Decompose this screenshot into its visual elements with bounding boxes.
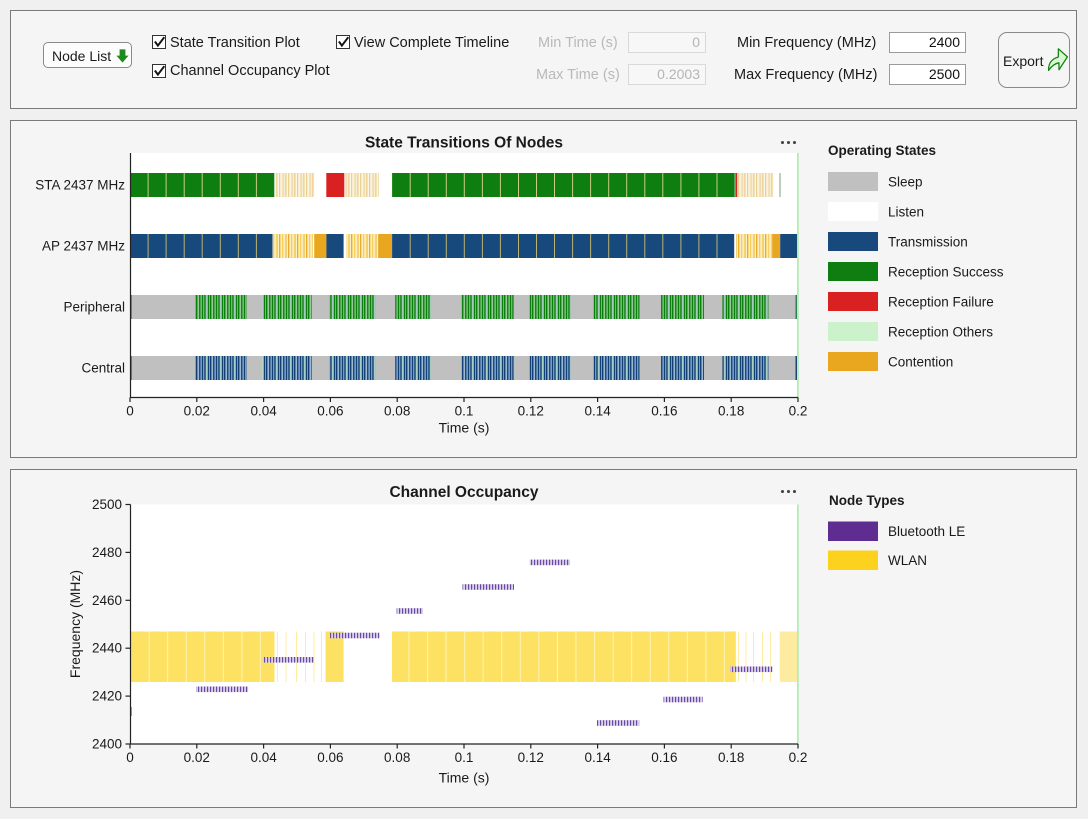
svg-text:State Transitions Of Nodes: State Transitions Of Nodes <box>365 135 563 152</box>
svg-text:0.02: 0.02 <box>184 404 210 419</box>
svg-text:0.1: 0.1 <box>455 404 474 419</box>
svg-text:Time (s): Time (s) <box>439 770 490 786</box>
svg-text:2500: 2500 <box>92 497 122 512</box>
svg-text:0.14: 0.14 <box>584 404 611 419</box>
svg-text:Reception Success: Reception Success <box>888 265 1004 280</box>
svg-text:0.2: 0.2 <box>789 404 808 419</box>
svg-text:0.04: 0.04 <box>250 750 277 765</box>
svg-text:WLAN: WLAN <box>888 553 927 568</box>
svg-text:Reception Failure: Reception Failure <box>888 295 994 310</box>
svg-text:AP 2437 MHz: AP 2437 MHz <box>42 239 125 254</box>
svg-text:0.1: 0.1 <box>455 750 474 765</box>
svg-text:Peripheral: Peripheral <box>63 300 125 315</box>
svg-text:Sleep: Sleep <box>888 175 923 190</box>
svg-text:0.06: 0.06 <box>317 750 343 765</box>
svg-text:Central: Central <box>81 361 125 376</box>
svg-text:Channel Occupancy: Channel Occupancy <box>389 484 538 501</box>
svg-text:0.18: 0.18 <box>718 404 744 419</box>
svg-text:Listen: Listen <box>888 205 924 220</box>
svg-text:2480: 2480 <box>92 545 122 560</box>
svg-text:2460: 2460 <box>92 593 122 608</box>
svg-text:0.16: 0.16 <box>651 404 677 419</box>
svg-text:0: 0 <box>126 404 134 419</box>
svg-text:0.04: 0.04 <box>250 404 277 419</box>
svg-text:Frequency (MHz): Frequency (MHz) <box>67 570 83 678</box>
svg-text:0.12: 0.12 <box>518 404 544 419</box>
svg-text:0.14: 0.14 <box>584 750 611 765</box>
svg-text:0.06: 0.06 <box>317 404 343 419</box>
svg-text:2420: 2420 <box>92 689 122 704</box>
svg-text:0.08: 0.08 <box>384 750 410 765</box>
svg-text:Operating States: Operating States <box>828 143 936 158</box>
svg-text:Reception Others: Reception Others <box>888 325 993 340</box>
svg-text:Contention: Contention <box>888 355 953 370</box>
svg-text:0.02: 0.02 <box>184 750 210 765</box>
svg-text:0.16: 0.16 <box>651 750 677 765</box>
svg-text:Bluetooth LE: Bluetooth LE <box>888 524 965 539</box>
svg-text:0.08: 0.08 <box>384 404 410 419</box>
svg-text:2440: 2440 <box>92 641 122 656</box>
svg-text:Node Types: Node Types <box>829 493 905 508</box>
svg-text:Time (s): Time (s) <box>439 420 490 436</box>
svg-text:STA 2437 MHz: STA 2437 MHz <box>35 178 125 193</box>
svg-text:Transmission: Transmission <box>888 235 968 250</box>
svg-text:2400: 2400 <box>92 737 122 752</box>
svg-text:0.2: 0.2 <box>789 750 808 765</box>
svg-text:0: 0 <box>126 750 134 765</box>
svg-text:0.18: 0.18 <box>718 750 744 765</box>
svg-text:0.12: 0.12 <box>518 750 544 765</box>
